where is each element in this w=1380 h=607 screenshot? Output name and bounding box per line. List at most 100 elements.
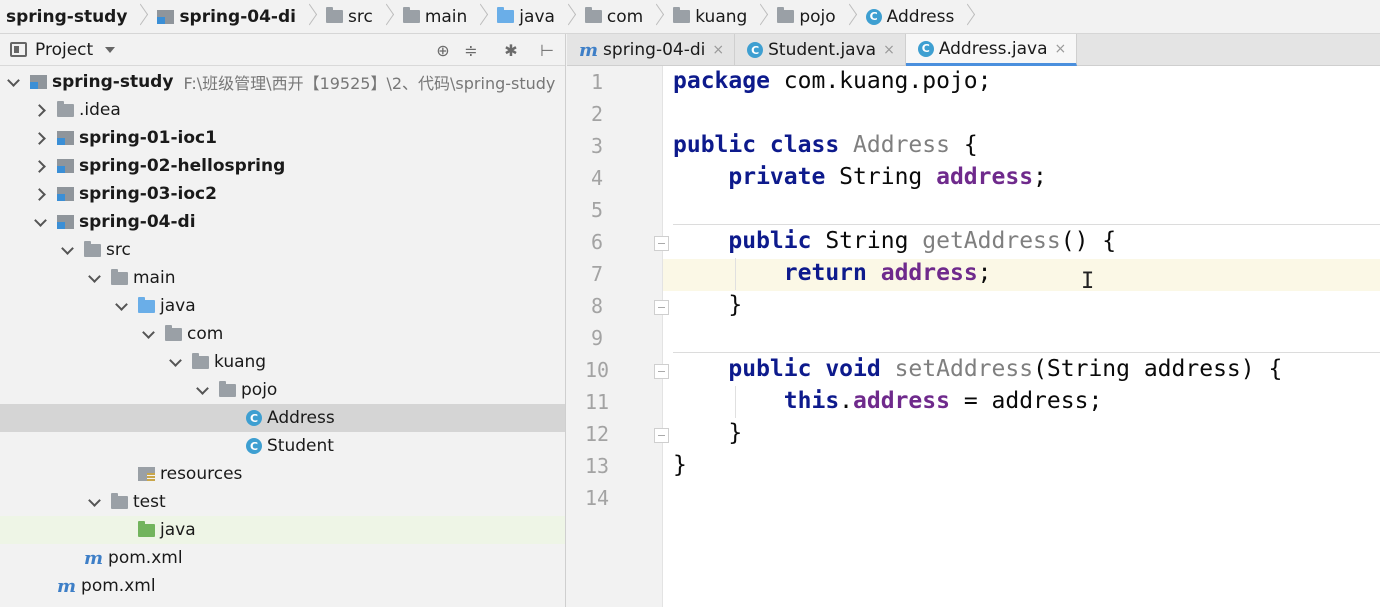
source-folder-icon xyxy=(497,7,515,23)
chevron-down-icon[interactable] xyxy=(33,215,47,229)
chevron-down-icon[interactable] xyxy=(87,271,101,285)
tree-node-label: test xyxy=(133,492,166,512)
tab-label: Student.java xyxy=(768,40,877,60)
chevron-right-icon[interactable] xyxy=(33,187,47,201)
code-line[interactable]: public String getAddress() { xyxy=(673,228,1116,254)
editor-tab[interactable]: m spring-04-di × xyxy=(567,34,736,66)
chevron-down-icon[interactable] xyxy=(114,299,128,313)
breadcrumb-item[interactable]: com xyxy=(579,0,667,34)
tree-node[interactable]: m pom.xml xyxy=(0,572,565,600)
tree-node[interactable]: spring-04-di xyxy=(0,208,565,236)
tree-node-label: pom.xml xyxy=(81,576,156,596)
tree-node[interactable]: spring-02-hellospring xyxy=(0,152,565,180)
resources-folder-icon xyxy=(138,467,155,481)
tree-node[interactable]: .idea xyxy=(0,96,565,124)
code-token: Address xyxy=(853,132,950,158)
line-number: 3 xyxy=(590,134,604,158)
tree-node-label: java xyxy=(160,520,196,540)
gear-icon[interactable]: ✱ xyxy=(500,40,522,60)
code-line[interactable]: public class Address { xyxy=(673,132,978,158)
breadcrumb-label: pojo xyxy=(799,6,836,27)
code-token: (String address) { xyxy=(1033,356,1283,382)
code-token: . xyxy=(839,388,854,414)
chevron-right-icon[interactable] xyxy=(33,131,47,145)
fold-marker[interactable] xyxy=(654,428,669,443)
code-line[interactable]: this.address = address; xyxy=(673,388,1103,414)
tree-node[interactable]: C Student xyxy=(0,432,565,460)
breadcrumb-item[interactable]: main xyxy=(397,0,491,34)
chevron-down-icon[interactable] xyxy=(87,495,101,509)
code-editor[interactable]: 1 2 3 4 5 6 7 8 9 10 11 12 13 14 package com.kuang.po… xyxy=(567,66,1380,607)
chevron-right-icon xyxy=(133,0,147,34)
close-icon[interactable]: × xyxy=(1055,41,1067,57)
class-icon: C xyxy=(246,410,262,426)
tree-node[interactable]: src xyxy=(0,236,565,264)
folder-icon xyxy=(57,100,74,117)
editor-tab[interactable]: C Address.java × xyxy=(905,34,1078,66)
target-icon[interactable]: ⊕ xyxy=(432,40,454,60)
breadcrumb-item[interactable]: C Address xyxy=(860,0,979,34)
method-separator xyxy=(673,352,1380,353)
breadcrumb-item[interactable]: spring-04-di xyxy=(151,0,320,34)
close-icon[interactable]: × xyxy=(883,42,895,58)
code-line[interactable]: private String address; xyxy=(673,164,1047,190)
breadcrumb-label: src xyxy=(347,6,373,27)
code-line[interactable]: package com.kuang.pojo; xyxy=(673,68,992,94)
chevron-right-icon xyxy=(842,0,856,34)
chevron-down-icon[interactable] xyxy=(141,327,155,341)
class-icon: C xyxy=(917,40,934,57)
line-number: 7 xyxy=(590,262,604,286)
breadcrumb-item[interactable]: spring-study xyxy=(0,0,151,34)
tree-node-label: main xyxy=(133,268,176,288)
tree-node[interactable]: resources xyxy=(0,460,565,488)
close-icon[interactable]: × xyxy=(712,42,724,58)
breadcrumb-item[interactable]: pojo xyxy=(771,0,859,34)
fold-marker[interactable] xyxy=(654,364,669,379)
tree-node[interactable]: spring-study F:\班级管理\西开【19525】\2、代码\sprin… xyxy=(0,68,565,96)
breadcrumb-label: spring-04-di xyxy=(179,6,296,27)
module-icon xyxy=(57,215,74,229)
chevron-down-icon[interactable] xyxy=(105,46,116,53)
tree-node[interactable]: com xyxy=(0,320,565,348)
chevron-right-icon[interactable] xyxy=(33,103,47,117)
editor-tab[interactable]: C Student.java × xyxy=(735,34,906,66)
tree-node-label: resources xyxy=(160,464,243,484)
breadcrumb-item[interactable]: java xyxy=(491,0,579,34)
code-token: ; xyxy=(977,260,992,286)
chevron-down-icon[interactable] xyxy=(6,75,20,89)
breadcrumb-item[interactable]: kuang xyxy=(667,0,771,34)
code-line[interactable]: return address; xyxy=(673,260,992,286)
text-cursor-icon: I xyxy=(1081,269,1095,294)
module-icon xyxy=(57,131,74,145)
method-separator xyxy=(673,224,1380,225)
code-line[interactable]: } xyxy=(673,452,687,478)
tree-node[interactable]: java xyxy=(0,292,565,320)
collapse-icon[interactable]: ≑ xyxy=(460,40,482,60)
chevron-down-icon[interactable] xyxy=(195,383,209,397)
chevron-down-icon[interactable] xyxy=(60,243,74,257)
tree-node-label: Address xyxy=(267,408,335,428)
tab-label: spring-04-di xyxy=(603,40,706,60)
tree-node[interactable]: spring-03-ioc2 xyxy=(0,180,565,208)
chevron-right-icon[interactable] xyxy=(33,159,47,173)
tree-node[interactable]: test xyxy=(0,488,565,516)
code-line[interactable]: public void setAddress(String address) { xyxy=(673,356,1282,382)
line-number-gutter: 1 2 3 4 5 6 7 8 9 10 11 12 13 14 xyxy=(567,66,663,607)
breadcrumb-item[interactable]: src xyxy=(320,0,397,34)
code-line[interactable]: } xyxy=(673,420,742,446)
tree-node[interactable]: m pom.xml xyxy=(0,544,565,572)
tree-node[interactable]: kuang xyxy=(0,348,565,376)
tree-node[interactable]: C Address xyxy=(0,404,565,432)
pin-icon[interactable]: ⊢ xyxy=(536,40,558,60)
project-panel-title[interactable]: Project xyxy=(35,40,93,60)
fold-marker[interactable] xyxy=(654,300,669,315)
code-token: com.kuang.pojo; xyxy=(769,68,992,94)
code-line[interactable]: } xyxy=(673,292,742,318)
tree-node[interactable]: spring-01-ioc1 xyxy=(0,124,565,152)
project-panel: Project ⊕ ≑ ✱ ⊢ spring-study F:\班级管理\西开【1… xyxy=(0,34,566,607)
chevron-down-icon[interactable] xyxy=(168,355,182,369)
tree-node[interactable]: main xyxy=(0,264,565,292)
fold-marker[interactable] xyxy=(654,236,669,251)
tree-node[interactable]: pojo xyxy=(0,376,565,404)
tree-node[interactable]: java xyxy=(0,516,565,544)
